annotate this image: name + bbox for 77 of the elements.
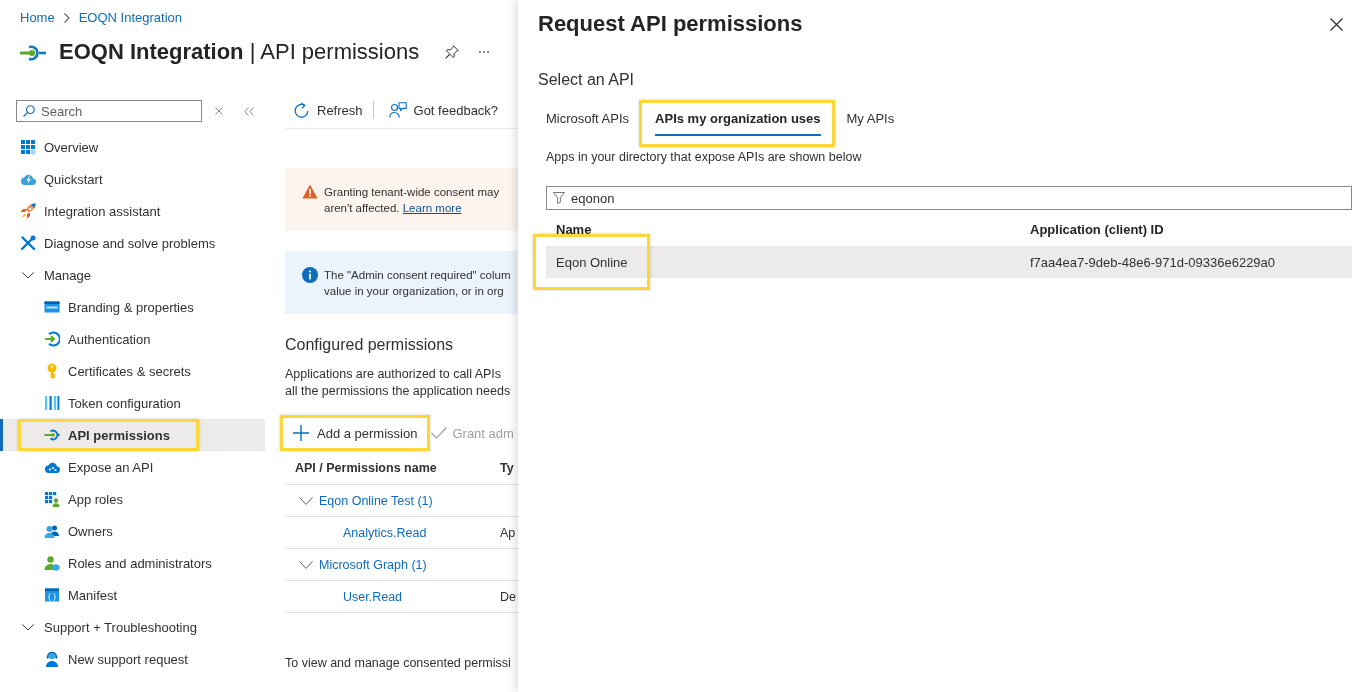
hint-text: Apps in your directory that expose APIs are shown below <box>546 149 863 165</box>
table-cell-text: Eqon Online <box>555 254 629 270</box>
sidebar-item[interactable]: New support request <box>0 643 265 675</box>
permission-link[interactable]: User.Read <box>343 589 403 604</box>
person-icon <box>44 555 60 571</box>
sign-in-icon <box>44 331 60 347</box>
section-heading: Configured permissions <box>285 335 455 355</box>
notice-text: Granting tenant-wide consent may aren't affected. Learn more <box>324 185 500 216</box>
connector-icon <box>20 43 46 61</box>
column-header: Name <box>555 221 593 237</box>
column-header: API / Permissions name <box>294 460 438 475</box>
tab[interactable]: APIs my organization uses <box>655 103 821 136</box>
grid-person-icon <box>44 491 60 507</box>
code-window-icon <box>44 587 60 603</box>
tools-icon <box>20 235 36 251</box>
sidebar-item[interactable]: Manifest <box>0 579 265 611</box>
panel-subtitle: Select an API <box>538 70 636 90</box>
grid-icon <box>20 139 36 155</box>
chevron-icon <box>63 13 70 23</box>
sidebar-group[interactable]: Manage <box>0 259 265 291</box>
sidebar-item[interactable]: Token configuration <box>0 387 265 419</box>
people-icon <box>44 523 60 539</box>
tab[interactable]: My APIs <box>846 103 895 136</box>
add-permission-button[interactable]: Add a permission <box>287 419 424 447</box>
tab[interactable]: Microsoft APIs <box>546 103 630 136</box>
table-row[interactable]: Eqon Online f7aa4ea7-9deb-48e6-971d-09336e6229a0 <box>546 246 1352 278</box>
pin-icon[interactable] <box>445 45 460 59</box>
card-icon <box>44 299 60 315</box>
sidebar-item[interactable]: Quickstart <box>0 163 265 195</box>
bars-icon <box>44 395 60 411</box>
feedback-icon <box>388 102 407 118</box>
table-cell-text: De <box>499 589 517 604</box>
refresh-button[interactable]: Refresh <box>293 101 363 119</box>
double-chevron-icon[interactable] <box>244 106 254 116</box>
page-title: EOQN Integration | API permissions <box>59 38 420 66</box>
sidebar-item[interactable]: Roles and administrators <box>0 547 265 579</box>
footer-text: To view and manage consented permissi <box>285 655 512 671</box>
filter-icon <box>553 192 565 204</box>
feedback-button[interactable]: Got feedback? <box>388 102 499 118</box>
chevron-icon[interactable] <box>299 560 313 569</box>
learn-more-link[interactable]: Learn more <box>402 202 462 214</box>
close-icon[interactable] <box>1330 17 1343 31</box>
column-header: Application (client) ID <box>1030 221 1165 237</box>
sidebar-item[interactable]: Branding & properties <box>0 291 265 323</box>
panel-title: Request API permissions <box>538 10 803 38</box>
sidebar-item[interactable]: Diagnose and solve problems <box>0 227 265 259</box>
sidebar-item[interactable]: Integration assistant <box>0 195 265 227</box>
check-icon <box>431 427 448 439</box>
sidebar-item[interactable]: API permissions <box>0 419 265 451</box>
sidebar-item[interactable]: Authentication <box>0 323 265 355</box>
sidebar-item[interactable]: Overview <box>0 131 265 163</box>
search-icon <box>23 105 35 117</box>
breadcrumb-link[interactable]: Home <box>20 10 55 26</box>
sidebar-group[interactable]: Support + Troubleshooting <box>0 611 265 643</box>
table-cell-text: f7aa4ea7-9deb-48e6-971d-09336e6229a0 <box>1030 254 1277 270</box>
connector-icon <box>44 427 60 443</box>
permission-group-link[interactable]: Microsoft Graph (1) <box>319 557 427 572</box>
column-header: Ty <box>499 460 515 475</box>
warning-icon <box>302 184 318 199</box>
description-text: Applications are authorized to call APIs all the permissions the application needs <box>285 366 512 400</box>
rocket-icon <box>20 203 36 219</box>
support-person-icon <box>44 651 60 667</box>
sidebar-item[interactable]: Certificates & secrets <box>0 355 265 387</box>
chevron-icon[interactable] <box>299 496 313 505</box>
permission-link[interactable]: Analytics.Read <box>343 525 427 540</box>
info-icon <box>302 267 318 283</box>
refresh-icon <box>293 101 310 119</box>
search-field[interactable]: Search <box>16 100 202 122</box>
breadcrumb-link[interactable]: EOQN Integration <box>78 10 182 26</box>
filter-field[interactable]: eqonon <box>546 186 1352 210</box>
sidebar-item[interactable]: App roles <box>0 483 265 515</box>
sidebar-item[interactable]: Expose an API <box>0 451 265 483</box>
notice-text: The "Admin consent required" colum value in your organization, or in org <box>324 268 511 299</box>
plus-icon <box>293 425 309 441</box>
sidebar-item[interactable]: Owners <box>0 515 265 547</box>
table-cell-text: Ap <box>499 525 517 540</box>
permission-group-link[interactable]: Eqon Online Test (1) <box>319 493 433 508</box>
